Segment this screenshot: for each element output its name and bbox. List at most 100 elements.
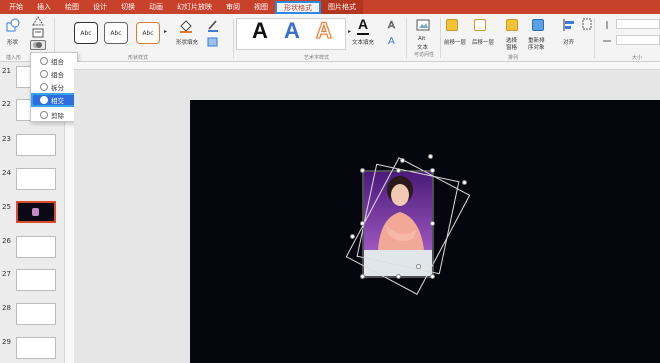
bring-forward-icon[interactable]: [446, 19, 458, 31]
shapes-icon[interactable]: [6, 18, 20, 32]
wordart-style-orange[interactable]: A: [316, 18, 333, 44]
resize-handle[interactable]: [430, 274, 435, 279]
fragment-icon: [40, 82, 48, 91]
align-icon[interactable]: [562, 18, 576, 32]
slide-thumbnail[interactable]: [16, 303, 56, 325]
size-group-label: 大小: [632, 55, 643, 61]
bring-forward-label[interactable]: 前移一层: [444, 38, 466, 46]
selection-pane-label-2[interactable]: 窗格: [506, 43, 517, 51]
slide-number: 27: [2, 270, 11, 278]
wordart-more-arrow[interactable]: ▸: [348, 28, 351, 35]
tab-draw[interactable]: 绘图: [58, 0, 86, 14]
resize-handle[interactable]: [430, 221, 435, 226]
tab-slideshow[interactable]: 幻灯片放映: [170, 0, 219, 14]
menu-item-label: 拆分: [51, 83, 64, 92]
svg-text:A: A: [388, 20, 395, 30]
slide-number: 28: [2, 304, 11, 312]
tab-view[interactable]: 视图: [247, 0, 275, 14]
tab-design[interactable]: 设计: [86, 0, 114, 14]
shape-style-2[interactable]: Abc: [104, 22, 128, 44]
menu-item-label: 组合: [51, 70, 64, 79]
rotate-handle[interactable]: [428, 154, 433, 159]
tab-insert[interactable]: 插入: [30, 0, 58, 14]
slide-thumbnail-current[interactable]: [16, 201, 56, 223]
shape-style-3[interactable]: Abc: [136, 22, 160, 44]
height-icon: [606, 21, 608, 29]
text-fill-icon[interactable]: A: [358, 16, 368, 32]
tab-animations[interactable]: 动画: [142, 0, 170, 14]
size-group: 大小: [596, 14, 660, 62]
tab-review[interactable]: 审阅: [219, 0, 247, 14]
menu-item-label: 组合: [51, 57, 64, 66]
merge-shapes-button[interactable]: [30, 40, 46, 50]
shapes-label[interactable]: 形状: [7, 38, 18, 46]
text-fill-label[interactable]: 文本填充: [352, 38, 374, 46]
tab-shape-format[interactable]: 形状格式: [275, 1, 321, 14]
send-backward-icon[interactable]: [474, 19, 486, 31]
resize-handle[interactable]: [350, 234, 355, 239]
arrange-group-label: 排列: [508, 55, 519, 61]
slide-thumbnail[interactable]: [16, 236, 56, 258]
height-field[interactable]: [616, 19, 660, 29]
alt-text-label-line2[interactable]: 文本: [417, 43, 428, 51]
alt-text-icon[interactable]: [416, 18, 430, 32]
resize-handle[interactable]: [360, 274, 365, 279]
menu-item-combine[interactable]: 组合: [33, 68, 77, 79]
menu-item-fragment[interactable]: 拆分: [33, 81, 77, 92]
reorder-label-2[interactable]: 序对象: [528, 43, 545, 51]
slide-thumbnail[interactable]: [16, 269, 56, 291]
alt-text-label-line1[interactable]: Alt: [418, 36, 425, 42]
rotate-handle[interactable]: [400, 158, 405, 163]
send-backward-label[interactable]: 后移一层: [472, 38, 494, 46]
slide-number: 25: [2, 203, 11, 211]
group-icon[interactable]: [582, 18, 592, 30]
selection-pane-icon[interactable]: [506, 19, 518, 31]
text-effects-icon[interactable]: A: [386, 34, 398, 46]
shape-outline-icon[interactable]: [206, 18, 220, 32]
slide-number: 24: [2, 169, 11, 177]
menu-item-subtract[interactable]: 剪除: [33, 109, 77, 120]
styles-more-arrow[interactable]: ▸: [164, 28, 167, 35]
resize-handle[interactable]: [416, 264, 421, 269]
group-separator: [406, 18, 407, 58]
shape-fill-label[interactable]: 形状填充: [176, 38, 198, 46]
shape-effects-icon[interactable]: [206, 36, 220, 48]
slide-thumbnail[interactable]: [16, 168, 56, 190]
tab-home[interactable]: 开始: [2, 0, 30, 14]
shape-style-1[interactable]: Abc: [74, 22, 98, 44]
text-outline-icon[interactable]: A: [386, 18, 398, 30]
width-icon: [603, 40, 611, 42]
textbox-icon[interactable]: [32, 28, 44, 38]
accessibility-group-label: 可访问性: [414, 52, 435, 58]
resize-handle[interactable]: [396, 168, 401, 173]
width-field[interactable]: [616, 35, 660, 45]
slide-number: 26: [2, 237, 11, 245]
edit-shape-icon[interactable]: [32, 16, 44, 26]
slide-number: 29: [2, 338, 11, 346]
resize-handle[interactable]: [360, 221, 365, 226]
shape-fill-icon[interactable]: [178, 18, 194, 34]
portrait-photo[interactable]: [364, 172, 432, 276]
resize-handle[interactable]: [360, 168, 365, 173]
menu-item-union[interactable]: 组合: [33, 55, 77, 66]
wordart-style-blue[interactable]: A: [284, 18, 300, 44]
resize-handle[interactable]: [430, 168, 435, 173]
wordart-group: A A A ▸ A 文本填充 A A 艺术字样式: [234, 14, 404, 62]
shape-styles-group-label: 形状样式: [128, 55, 149, 61]
tab-transitions[interactable]: 切换: [114, 0, 142, 14]
align-label[interactable]: 对齐: [563, 38, 574, 46]
resize-handle[interactable]: [396, 274, 401, 279]
combine-icon: [40, 69, 48, 78]
wordart-style-black[interactable]: A: [252, 18, 268, 44]
resize-handle[interactable]: [462, 180, 467, 185]
ribbon-tab-bar: 开始 插入 绘图 设计 切换 动画 幻灯片放映 审阅 视图 形状格式 图片格式: [0, 0, 660, 14]
slide-thumbnail[interactable]: [16, 134, 56, 156]
tab-picture-format[interactable]: 图片格式: [321, 0, 363, 14]
reorder-objects-icon[interactable]: [532, 19, 544, 31]
slide-canvas[interactable]: [190, 100, 660, 363]
slide-thumbnail[interactable]: [16, 337, 56, 359]
thumbnail-photo: [32, 208, 39, 216]
intersect-icon: [40, 96, 48, 104]
wordart-group-label: 艺术字样式: [304, 55, 330, 61]
group-separator: [440, 18, 441, 58]
